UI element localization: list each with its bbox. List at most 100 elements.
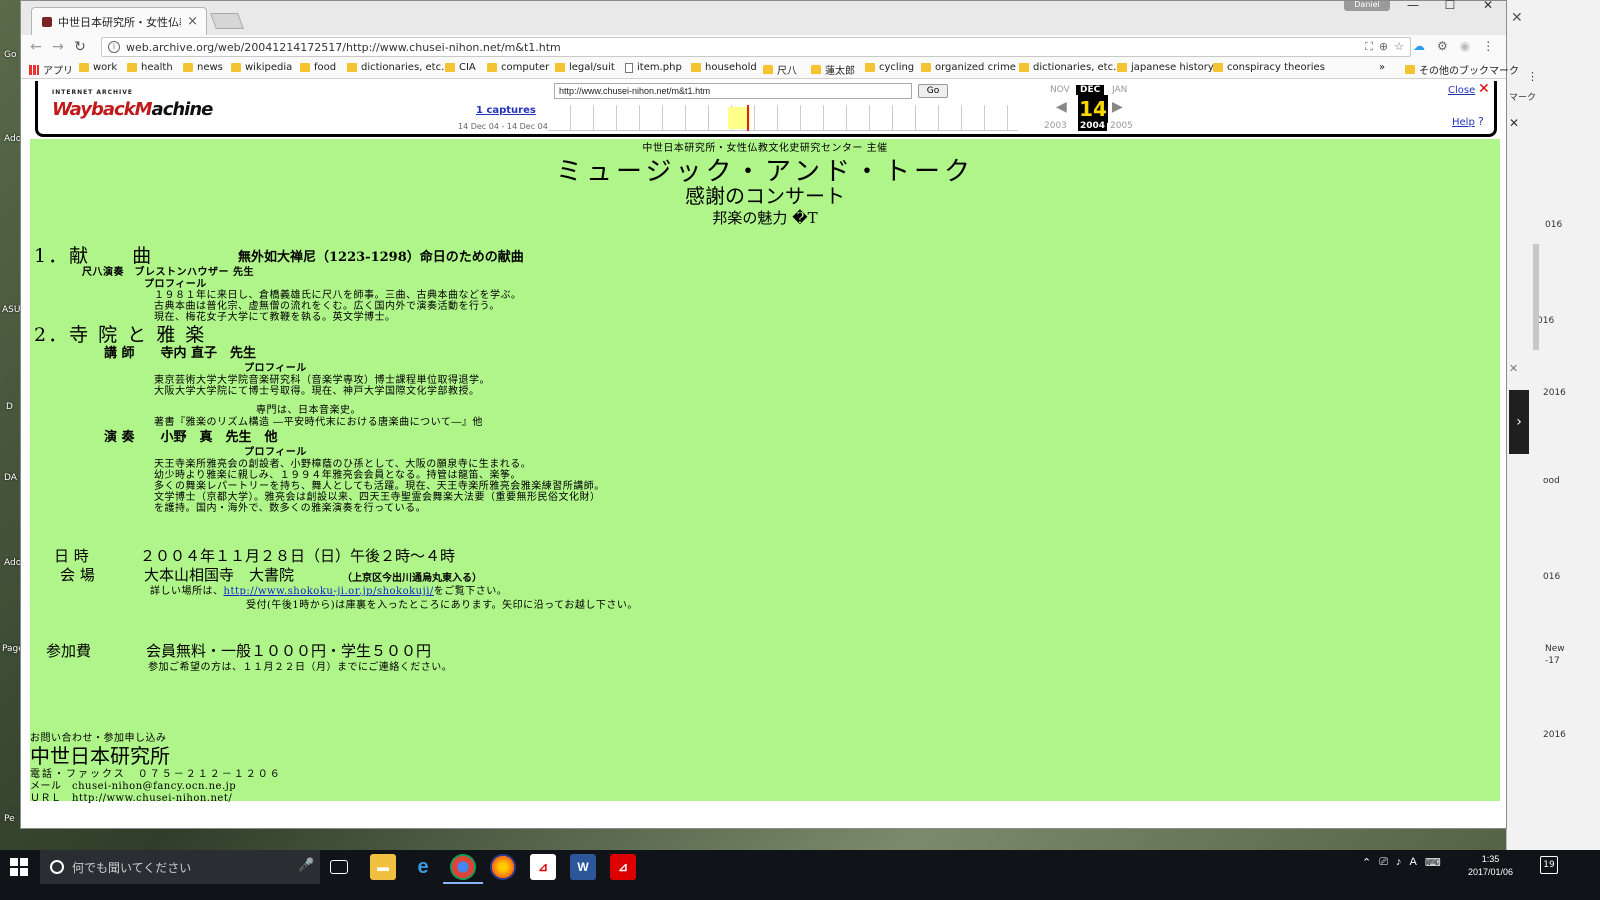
- clock[interactable]: 1:35 2017/01/06: [1468, 853, 1513, 879]
- bookmark-label: dictionaries, etc.: [1033, 62, 1117, 73]
- extension-icon[interactable]: ⚙: [1437, 39, 1448, 53]
- ime-indicator[interactable]: A: [1410, 856, 1417, 869]
- desktop-icon-label[interactable]: Ado: [4, 134, 21, 144]
- bookmark-label: wikipedia: [245, 62, 293, 73]
- translate-icon[interactable]: ⛶: [1365, 40, 1373, 54]
- chrome-icon[interactable]: [450, 854, 476, 880]
- windows-start-icon[interactable]: [10, 858, 28, 876]
- bookmark-label: アプリ: [43, 66, 73, 77]
- prev-month[interactable]: NOV: [1050, 85, 1070, 95]
- other-bookmarks[interactable]: その他のブックマーク: [1405, 62, 1519, 77]
- title-bar: 中世日本研究所・女性仏教 × Daniel — ☐ ✕: [21, 0, 1506, 35]
- edge-icon[interactable]: e: [410, 854, 436, 880]
- info-icon[interactable]: i: [108, 41, 120, 53]
- prev-capture-arrow-icon[interactable]: ◀: [1056, 99, 1067, 115]
- zoom-icon[interactable]: ⊕: [1379, 40, 1388, 54]
- cortana-search-box[interactable]: 何でも聞いてください: [40, 850, 320, 884]
- close-icon[interactable]: ✕: [1509, 362, 1518, 375]
- prev-year[interactable]: 2003: [1044, 121, 1067, 131]
- acrobat-icon[interactable]: ⊿: [610, 854, 636, 880]
- menu-icon[interactable]: ⋮: [1527, 70, 1538, 83]
- bookmark-folder[interactable]: dictionaries, etc.: [1019, 62, 1116, 73]
- taskbar: 何でも聞いてください 🎤 ▬ e ⊿ W ⊿ ⌃ ⎚ ♪ A ⌨ 1:35 20…: [0, 850, 1600, 900]
- bookmark-folder[interactable]: legal/suit: [555, 62, 615, 73]
- profile-button[interactable]: Daniel: [1344, 1, 1390, 11]
- bookmark-folder[interactable]: japanese history: [1117, 62, 1214, 73]
- bookmark-folder[interactable]: 尺八: [763, 62, 797, 77]
- scrollbar-thumb[interactable]: [1533, 244, 1539, 350]
- wayback-logo-caption: INTERNET ARCHIVE: [52, 89, 134, 96]
- minimize-button[interactable]: —: [1396, 0, 1430, 11]
- bookmark-folder[interactable]: organized crime: [921, 62, 1016, 73]
- notification-center-icon[interactable]: 19: [1540, 856, 1558, 874]
- desktop-icon-label[interactable]: D: [6, 402, 13, 412]
- desktop-icon-label[interactable]: DA: [4, 473, 17, 483]
- venue-label: 会 場: [60, 566, 95, 584]
- tab-close-icon[interactable]: ×: [187, 14, 198, 29]
- clock-date: 2017/01/06: [1468, 867, 1514, 877]
- wayback-close-link[interactable]: Close: [1448, 85, 1475, 96]
- bookmark-label: その他のブックマーク: [1419, 66, 1519, 77]
- bookmark-folder[interactable]: computer: [487, 62, 549, 73]
- help-icon[interactable]: ?: [1478, 115, 1484, 128]
- bookmark-folder[interactable]: wikipedia: [231, 62, 292, 73]
- desktop-icon-label[interactable]: Pe: [4, 814, 15, 824]
- menu-icon[interactable]: ⋮: [1482, 39, 1494, 53]
- bookmark-label: conspiracy theories: [1227, 62, 1325, 73]
- bookmarks-overflow-button[interactable]: »: [1379, 62, 1385, 73]
- address-bar[interactable]: i web.archive.org/web/20041214172517/htt…: [101, 37, 1411, 57]
- next-capture-arrow-icon[interactable]: ▶: [1112, 99, 1123, 115]
- bookmark-folder[interactable]: health: [127, 62, 173, 73]
- folder-icon: [1405, 65, 1415, 74]
- chevron-right-icon[interactable]: ›: [1509, 390, 1529, 454]
- forward-arrow-icon[interactable]: →: [47, 39, 69, 55]
- wayback-logo[interactable]: WaybackMachine: [52, 99, 213, 120]
- close-icon[interactable]: ✕: [1478, 81, 1490, 97]
- bookmark-folder[interactable]: work: [79, 62, 117, 73]
- go-button[interactable]: Go: [918, 84, 948, 98]
- task-view-icon[interactable]: [330, 860, 348, 874]
- bookmark-folder[interactable]: food: [300, 62, 336, 73]
- firefox-icon[interactable]: [490, 854, 516, 880]
- close-icon[interactable]: ✕: [1509, 116, 1519, 130]
- desktop-icon-label[interactable]: Go: [4, 50, 16, 60]
- browser-tab[interactable]: 中世日本研究所・女性仏教 ×: [31, 7, 207, 35]
- word-icon[interactable]: W: [570, 854, 596, 880]
- maximize-button[interactable]: ☐: [1433, 0, 1467, 11]
- bookmark-folder[interactable]: cycling: [865, 62, 914, 73]
- bookmark-page[interactable]: item.php: [625, 62, 682, 73]
- file-explorer-icon[interactable]: ▬: [370, 854, 396, 880]
- capture-range: 14 Dec 04 - 14 Dec 04: [458, 122, 548, 131]
- microphone-icon[interactable]: 🎤: [298, 858, 314, 873]
- reload-icon[interactable]: ↻: [69, 39, 91, 55]
- desktop-icon-label[interactable]: Ado: [4, 558, 21, 568]
- wayback-help-link[interactable]: Help: [1452, 117, 1475, 128]
- volume-icon[interactable]: ♪: [1396, 856, 1402, 869]
- bookmark-apps[interactable]: アプリ: [29, 62, 73, 77]
- bookmark-label[interactable]: マーク: [1509, 90, 1536, 103]
- extension-icon[interactable]: ◉: [1460, 39, 1470, 53]
- network-icon[interactable]: ⎚: [1379, 856, 1388, 869]
- folder-icon: [300, 63, 310, 72]
- cloud-extension-icon[interactable]: ☁: [1413, 39, 1425, 53]
- window-close-button[interactable]: ✕: [1471, 0, 1505, 11]
- close-icon[interactable]: ✕: [1511, 10, 1523, 26]
- bookmark-folder[interactable]: household: [691, 62, 757, 73]
- new-tab-button[interactable]: [210, 13, 244, 29]
- bookmark-folder[interactable]: 蓮太郎: [811, 62, 855, 77]
- desktop-icon-label[interactable]: ASU: [2, 305, 20, 315]
- captures-link[interactable]: 1 captures: [476, 105, 536, 116]
- star-icon[interactable]: ☆: [1394, 40, 1404, 54]
- back-arrow-icon[interactable]: ←: [25, 39, 47, 55]
- bookmark-folder[interactable]: conspiracy theories: [1213, 62, 1325, 73]
- bookmark-folder[interactable]: news: [183, 62, 223, 73]
- chevron-up-icon[interactable]: ⌃: [1362, 856, 1371, 869]
- details-prefix: 詳しい場所は、: [150, 586, 224, 597]
- wayback-url-input[interactable]: [554, 83, 912, 99]
- capture-sparkline[interactable]: [548, 105, 1018, 131]
- bookmark-folder[interactable]: dictionaries, etc.: [347, 62, 444, 73]
- address-url[interactable]: web.archive.org/web/20041214172517/http:…: [126, 41, 561, 54]
- keyboard-icon[interactable]: ⌨: [1425, 856, 1441, 869]
- pdf-reader-icon[interactable]: ⊿: [530, 854, 556, 880]
- bookmark-folder[interactable]: CIA: [445, 62, 476, 73]
